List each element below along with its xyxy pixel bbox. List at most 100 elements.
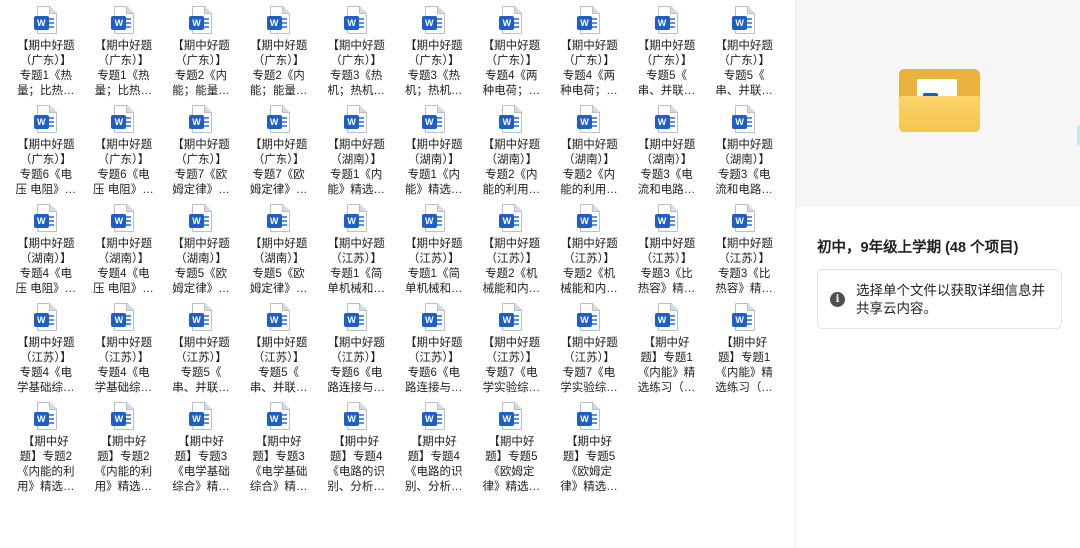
word-doc-icon: W [188, 204, 213, 234]
file-name: 【期中好 题】专题5 《欧姆定 律》精选… [482, 436, 541, 493]
file-item[interactable]: W 【期中好题 （广东）】 专题7《欧 姆定律》… [240, 104, 318, 203]
word-doc-icon: W [111, 6, 135, 36]
file-name: 【期中好题 （湖南）】 专题1《内 能》精选… [327, 139, 385, 196]
file-item[interactable]: W 【期中好题 （广东）】 专题3《热 机；热机… [317, 5, 395, 104]
file-item[interactable]: W 【期中好 题】专题1 《内能》精 选练习（… [628, 302, 706, 401]
file-item[interactable]: W 【期中好题 （广东）】 专题1《热 量；比热… [85, 5, 163, 104]
file-item[interactable]: W 【期中好题 （广东）】 专题4《两 种电荷；… [473, 5, 551, 104]
file-item[interactable]: W 【期中好题 （江苏）】 专题4《电 学基础综… [85, 302, 163, 401]
file-name: 【期中好题 （湖南）】 专题3《电 流和电路… [637, 139, 696, 196]
word-doc-icon: W [421, 105, 446, 135]
word-doc-icon: W [654, 105, 679, 135]
info-icon: i [830, 292, 845, 307]
word-doc-icon: W [188, 6, 213, 36]
file-item[interactable]: W 【期中好题 （江苏）】 专题1《简 单机械和… [395, 203, 473, 302]
word-doc-icon: W [576, 402, 601, 432]
file-name: 【期中好题 （广东）】 专题7《欧 姆定律》… [172, 139, 230, 196]
file-item[interactable]: W 【期中好题 （湖南）】 专题3《电 流和电路… [705, 104, 783, 203]
file-item[interactable]: W 【期中好题 （广东）】 专题6《电 压 电阻》… [85, 104, 163, 203]
file-name: 【期中好题 （湖南）】 专题4《电 压 电阻》… [93, 238, 154, 295]
word-doc-icon: W [499, 6, 523, 36]
word-doc-icon: W [188, 402, 213, 432]
file-item[interactable]: W 【期中好 题】专题5 《欧姆定 律》精选… [473, 401, 551, 500]
word-doc-icon: W [732, 204, 756, 234]
word-doc-icon: W [576, 6, 601, 36]
folder-with-word-doc-icon: W [899, 69, 980, 132]
file-item[interactable]: W 【期中好 题】专题2 《内能的利 用》精选… [7, 401, 85, 500]
word-doc-icon: W [111, 204, 135, 234]
file-item[interactable]: W 【期中好题 （广东）】 专题3《热 机；热机… [395, 5, 473, 104]
word-doc-icon: W [111, 402, 135, 432]
file-item[interactable]: W 【期中好题 （湖南）】 专题2《内 能的利用… [550, 104, 628, 203]
file-name: 【期中好 题】专题5 《欧姆定 律》精选… [560, 436, 618, 493]
file-item[interactable]: W 【期中好题 （湖南）】 专题5《欧 姆定律》… [240, 203, 318, 302]
word-doc-icon: W [499, 303, 523, 333]
file-name: 【期中好题 （江苏）】 专题6《电 路连接与… [327, 337, 385, 394]
file-name: 【期中好题 （广东）】 专题2《内 能；能量… [172, 40, 230, 97]
file-name: 【期中好题 （江苏）】 专题7《电 学实验综… [560, 337, 618, 394]
file-item[interactable]: W 【期中好 题】专题4 《电路的识 别、分析… [317, 401, 395, 500]
file-item[interactable]: W 【期中好题 （湖南）】 专题4《电 压 电阻》… [85, 203, 163, 302]
file-name: 【期中好题 （湖南）】 专题5《欧 姆定律》… [172, 238, 230, 295]
file-item[interactable]: W 【期中好题 （江苏）】 专题7《电 学实验综… [550, 302, 628, 401]
file-name: 【期中好题 （广东）】 专题6《电 压 电阻》… [93, 139, 154, 196]
details-pane: W 初中，9年级上学期 (48 个项目) i 选择单个文件以获取详细信息并共享云… [795, 0, 1080, 548]
file-item[interactable]: W 【期中好题 （江苏）】 专题2《机 械能和内… [473, 203, 551, 302]
file-item[interactable]: W 【期中好题 （江苏）】 专题4《电 学基础综… [7, 302, 85, 401]
word-doc-icon: W [499, 402, 523, 432]
word-doc-icon: W [33, 6, 58, 36]
info-box: i 选择单个文件以获取详细信息并共享云内容。 [817, 269, 1062, 329]
file-name: 【期中好题 （广东）】 专题4《两 种电荷；… [482, 40, 541, 97]
word-doc-icon: W [344, 204, 368, 234]
file-item[interactable]: W 【期中好题 （江苏）】 专题3《比 热容》精… [705, 203, 783, 302]
file-name: 【期中好题 （江苏）】 专题7《电 学实验综… [482, 337, 541, 394]
file-item[interactable]: W 【期中好题 （广东）】 专题1《热 量；比热… [7, 5, 85, 104]
word-doc-icon: W [266, 402, 291, 432]
file-item[interactable]: W 【期中好题 （湖南）】 专题3《电 流和电路… [628, 104, 706, 203]
file-item[interactable]: W 【期中好 题】专题5 《欧姆定 律》精选… [550, 401, 628, 500]
file-item[interactable]: W 【期中好题 （广东）】 专题5《 串、并联… [705, 5, 783, 104]
word-doc-icon: W [266, 204, 291, 234]
file-item[interactable]: W 【期中好题 （广东）】 专题2《内 能；能量… [240, 5, 318, 104]
file-item[interactable]: W 【期中好题 （江苏）】 专题5《 串、并联… [162, 302, 240, 401]
file-item[interactable]: W 【期中好题 （湖南）】 专题4《电 压 电阻》… [7, 203, 85, 302]
file-item[interactable]: W 【期中好题 （广东）】 专题5《 串、并联… [628, 5, 706, 104]
file-item[interactable]: W 【期中好 题】专题3 《电学基础 综合》精… [240, 401, 318, 500]
word-doc-icon: W [266, 105, 291, 135]
file-item[interactable]: W 【期中好 题】专题1 《内能》精 选练习（… [705, 302, 783, 401]
word-doc-icon: W [654, 204, 679, 234]
file-item[interactable]: W 【期中好 题】专题4 《电路的识 别、分析… [395, 401, 473, 500]
file-item[interactable]: W 【期中好题 （广东）】 专题7《欧 姆定律》… [162, 104, 240, 203]
file-item[interactable]: W 【期中好题 （广东）】 专题6《电 压 电阻》… [7, 104, 85, 203]
file-name: 【期中好题 （江苏）】 专题5《 串、并联… [172, 337, 230, 394]
word-doc-icon: W [111, 303, 135, 333]
file-name: 【期中好 题】专题3 《电学基础 综合》精… [172, 436, 230, 493]
file-item[interactable]: W 【期中好题 （江苏）】 专题5《 串、并联… [240, 302, 318, 401]
file-item[interactable]: W 【期中好题 （江苏）】 专题6《电 路连接与… [395, 302, 473, 401]
word-doc-icon: W [266, 6, 291, 36]
word-doc-icon: W [499, 105, 523, 135]
file-name: 【期中好题 （湖南）】 专题5《欧 姆定律》… [249, 238, 308, 295]
file-item[interactable]: W 【期中好题 （江苏）】 专题6《电 路连接与… [317, 302, 395, 401]
file-item[interactable]: W 【期中好题 （江苏）】 专题2《机 械能和内… [550, 203, 628, 302]
file-item[interactable]: W 【期中好题 （湖南）】 专题1《内 能》精选… [317, 104, 395, 203]
word-doc-icon: W [421, 204, 446, 234]
file-item[interactable]: W 【期中好题 （江苏）】 专题7《电 学实验综… [473, 302, 551, 401]
file-item[interactable]: W 【期中好题 （湖南）】 专题1《内 能》精选… [395, 104, 473, 203]
file-name: 【期中好题 （江苏）】 专题1《简 单机械和… [405, 238, 463, 295]
word-doc-icon: W [654, 303, 679, 333]
file-item[interactable]: W 【期中好题 （江苏）】 专题3《比 热容》精… [628, 203, 706, 302]
file-item[interactable]: W 【期中好题 （湖南）】 专题5《欧 姆定律》… [162, 203, 240, 302]
file-name: 【期中好题 （广东）】 专题7《欧 姆定律》… [249, 139, 308, 196]
file-name: 【期中好 题】专题4 《电路的识 别、分析… [327, 436, 385, 493]
file-item[interactable]: W 【期中好题 （广东）】 专题2《内 能；能量… [162, 5, 240, 104]
file-item[interactable]: W 【期中好 题】专题3 《电学基础 综合》精… [162, 401, 240, 500]
file-item[interactable]: W 【期中好题 （湖南）】 专题2《内 能的利用… [473, 104, 551, 203]
file-name: 【期中好题 （江苏）】 专题5《 串、并联… [249, 337, 308, 394]
file-name: 【期中好 题】专题4 《电路的识 别、分析… [405, 436, 463, 493]
file-name: 【期中好题 （广东）】 专题5《 串、并联… [637, 40, 696, 97]
file-name: 【期中好题 （广东）】 专题1《热 量；比热… [17, 40, 75, 97]
file-item[interactable]: W 【期中好 题】专题2 《内能的利 用》精选… [85, 401, 163, 500]
file-item[interactable]: W 【期中好题 （广东）】 专题4《两 种电荷；… [550, 5, 628, 104]
file-item[interactable]: W 【期中好题 （江苏）】 专题1《简 单机械和… [317, 203, 395, 302]
